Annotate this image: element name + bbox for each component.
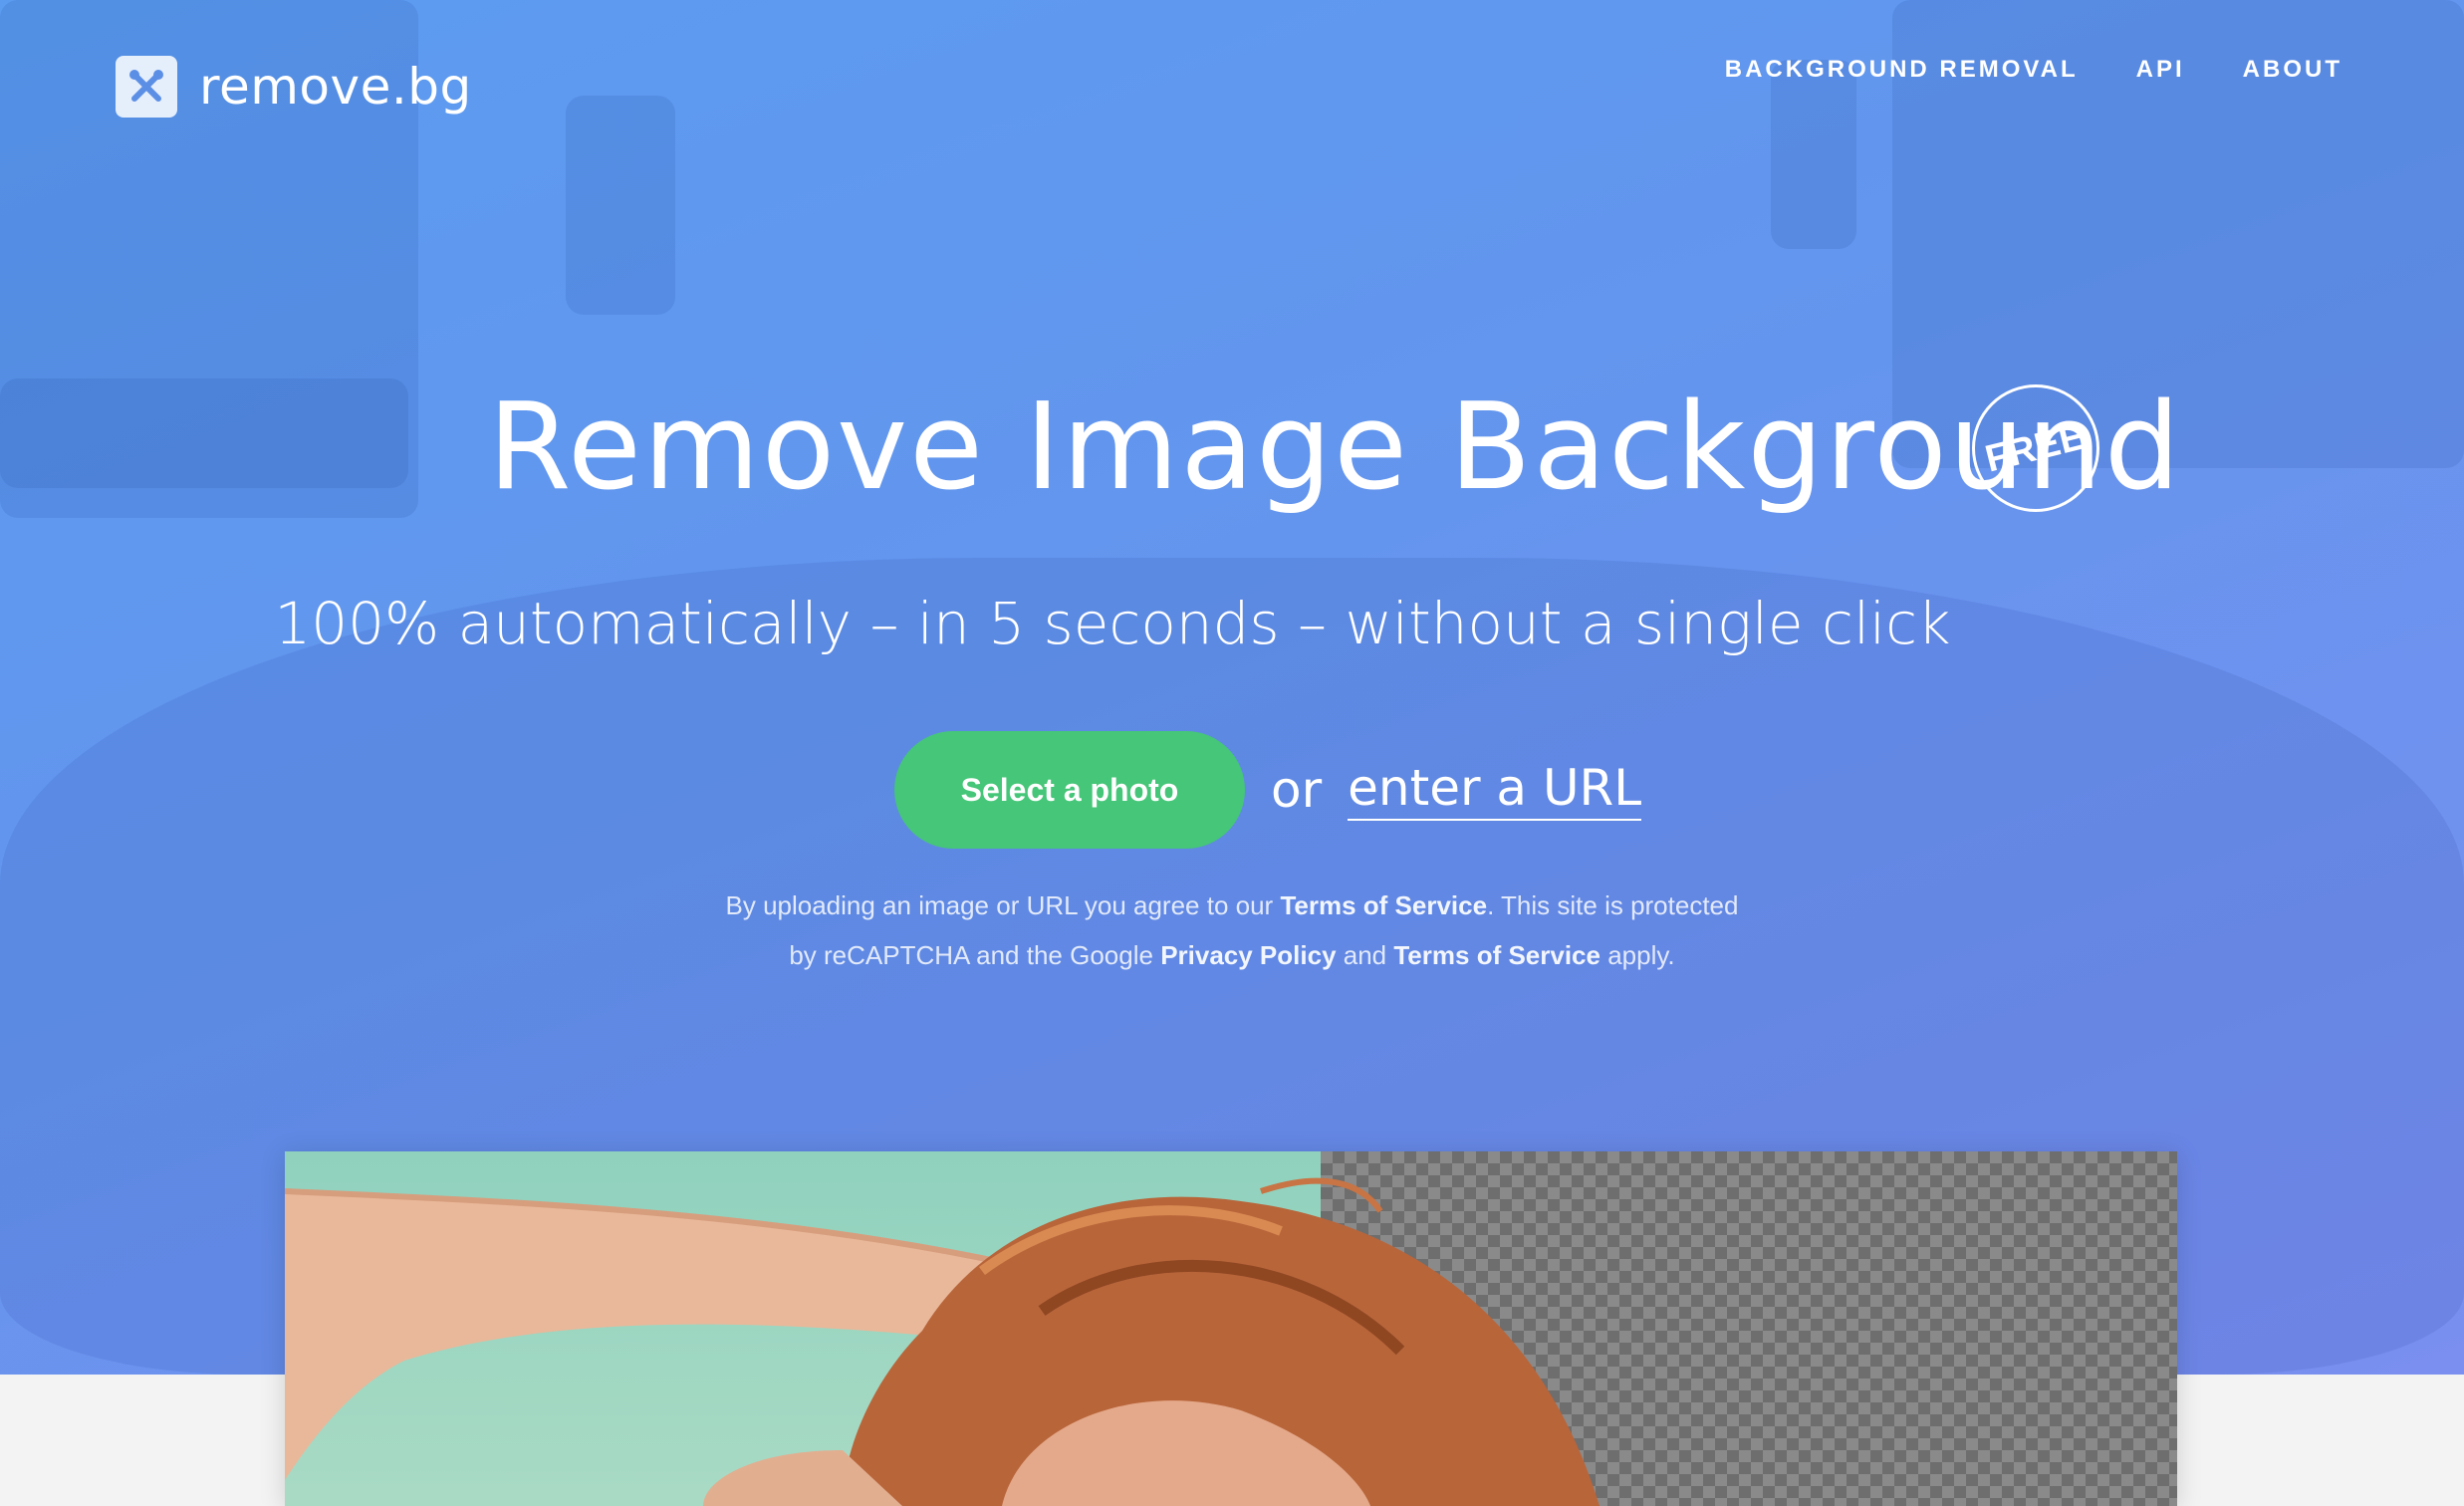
background-traffic-light — [1771, 60, 1856, 249]
background-bus — [0, 378, 408, 488]
legal-text: By uploading an image or URL you agree t… — [725, 890, 1281, 920]
legal-text: and — [1336, 940, 1394, 970]
scissors-x-icon — [116, 56, 177, 118]
top-nav: BACKGROUND REMOVAL API ABOUT — [1725, 56, 2342, 84]
brand-logo[interactable]: remove.bg — [116, 56, 472, 118]
free-badge-label: FREE — [1981, 414, 2091, 481]
legal-text: . This site is protected — [1487, 890, 1739, 920]
legal-text: by reCAPTCHA and the Google — [789, 940, 1161, 970]
legal-line-2: by reCAPTCHA and the Google Privacy Poli… — [0, 930, 2464, 980]
background-traffic-light — [566, 96, 675, 315]
or-text: or — [1271, 761, 1323, 819]
free-badge: FREE — [1972, 384, 2099, 512]
enter-url-link[interactable]: enter a URL — [1348, 759, 1642, 821]
upload-actions: Select a photo or enter a URL — [894, 731, 1642, 849]
legal-text: apply. — [1600, 940, 1675, 970]
google-terms-link[interactable]: Terms of Service — [1393, 940, 1601, 970]
nav-api[interactable]: API — [2136, 56, 2185, 84]
brand-name: remove.bg — [199, 58, 472, 116]
person-illustration — [285, 1177, 1600, 1506]
terms-of-service-link[interactable]: Terms of Service — [1280, 890, 1487, 920]
privacy-policy-link[interactable]: Privacy Policy — [1160, 940, 1336, 970]
page-title: Remove Image Background — [488, 378, 2182, 517]
demo-preview-image — [285, 1151, 2177, 1506]
select-photo-button[interactable]: Select a photo — [894, 731, 1245, 849]
legal-notice: By uploading an image or URL you agree t… — [0, 880, 2464, 980]
legal-line-1: By uploading an image or URL you agree t… — [0, 880, 2464, 930]
nav-background-removal[interactable]: BACKGROUND REMOVAL — [1725, 56, 2079, 84]
nav-about[interactable]: ABOUT — [2243, 56, 2342, 84]
hero-subtitle: 100% automatically – in 5 seconds – with… — [274, 590, 1951, 657]
